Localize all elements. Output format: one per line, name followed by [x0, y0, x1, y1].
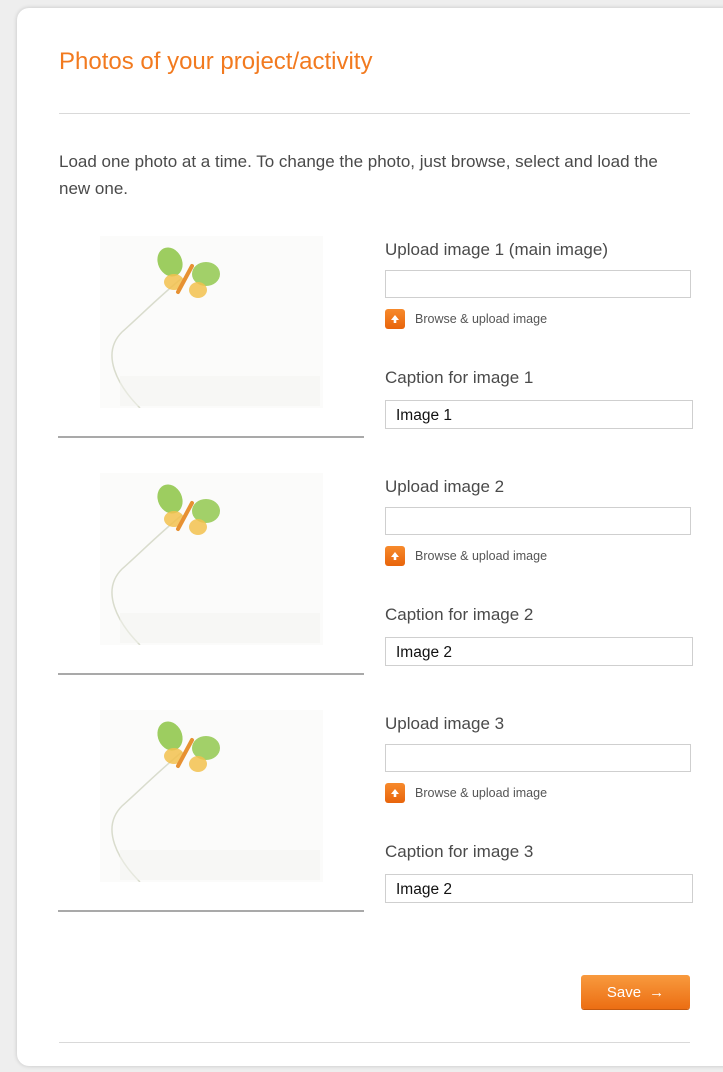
upload-image-1-input[interactable]	[385, 270, 691, 298]
caption-image-1-input[interactable]	[385, 400, 693, 429]
photo-block-3: Upload image 3 Browse & upload image Cap…	[0, 710, 723, 946]
caption-label: Caption for image 1	[385, 368, 534, 387]
upload-label: Upload image 3	[385, 714, 505, 733]
browse-upload-image-3-button[interactable]: Browse & upload image	[385, 783, 547, 803]
upload-button-label: Browse & upload image	[415, 786, 548, 800]
caption-label: Caption for image 3	[385, 842, 534, 861]
butterfly-flower-placeholder-icon	[111, 247, 320, 409]
upload-label: Upload image 1 (main image)	[385, 240, 608, 259]
upload-arrow-icon	[385, 309, 405, 329]
thumbnail-underline	[58, 436, 364, 438]
title-divider	[59, 113, 690, 114]
save-button[interactable]: Save →	[581, 975, 690, 1009]
upload-label: Upload image 2	[385, 477, 505, 496]
save-button-label: Save	[606, 983, 642, 1001]
upload-arrow-icon	[385, 546, 405, 566]
browse-upload-image-1-button[interactable]: Browse & upload image	[385, 309, 547, 329]
arrow-right-icon: →	[649, 983, 665, 1001]
butterfly-flower-placeholder-icon	[111, 721, 320, 883]
image-2-thumbnail	[100, 473, 323, 646]
upload-image-2-input[interactable]	[385, 507, 691, 535]
page-title: Photos of your project/activity	[59, 48, 373, 75]
thumbnail-underline	[58, 673, 364, 675]
footer-divider	[59, 1042, 690, 1043]
butterfly-flower-placeholder-icon	[111, 484, 320, 646]
photo-block-1: Upload image 1 (main image) Browse & upl…	[0, 236, 723, 472]
caption-label: Caption for image 2	[385, 605, 534, 624]
image-3-thumbnail	[100, 710, 323, 883]
caption-image-3-input[interactable]	[385, 874, 693, 903]
caption-image-2-input[interactable]	[385, 637, 693, 666]
thumbnail-underline	[58, 910, 364, 912]
photo-block-2: Upload image 2 Browse & upload image Cap…	[0, 473, 723, 709]
upload-button-label: Browse & upload image	[415, 312, 548, 326]
image-1-thumbnail	[100, 236, 323, 409]
instructions-text: Load one photo at a time. To change the …	[59, 152, 658, 198]
upload-arrow-icon	[385, 783, 405, 803]
upload-image-3-input[interactable]	[385, 744, 691, 772]
upload-button-label: Browse & upload image	[415, 549, 548, 563]
browse-upload-image-2-button[interactable]: Browse & upload image	[385, 546, 547, 566]
